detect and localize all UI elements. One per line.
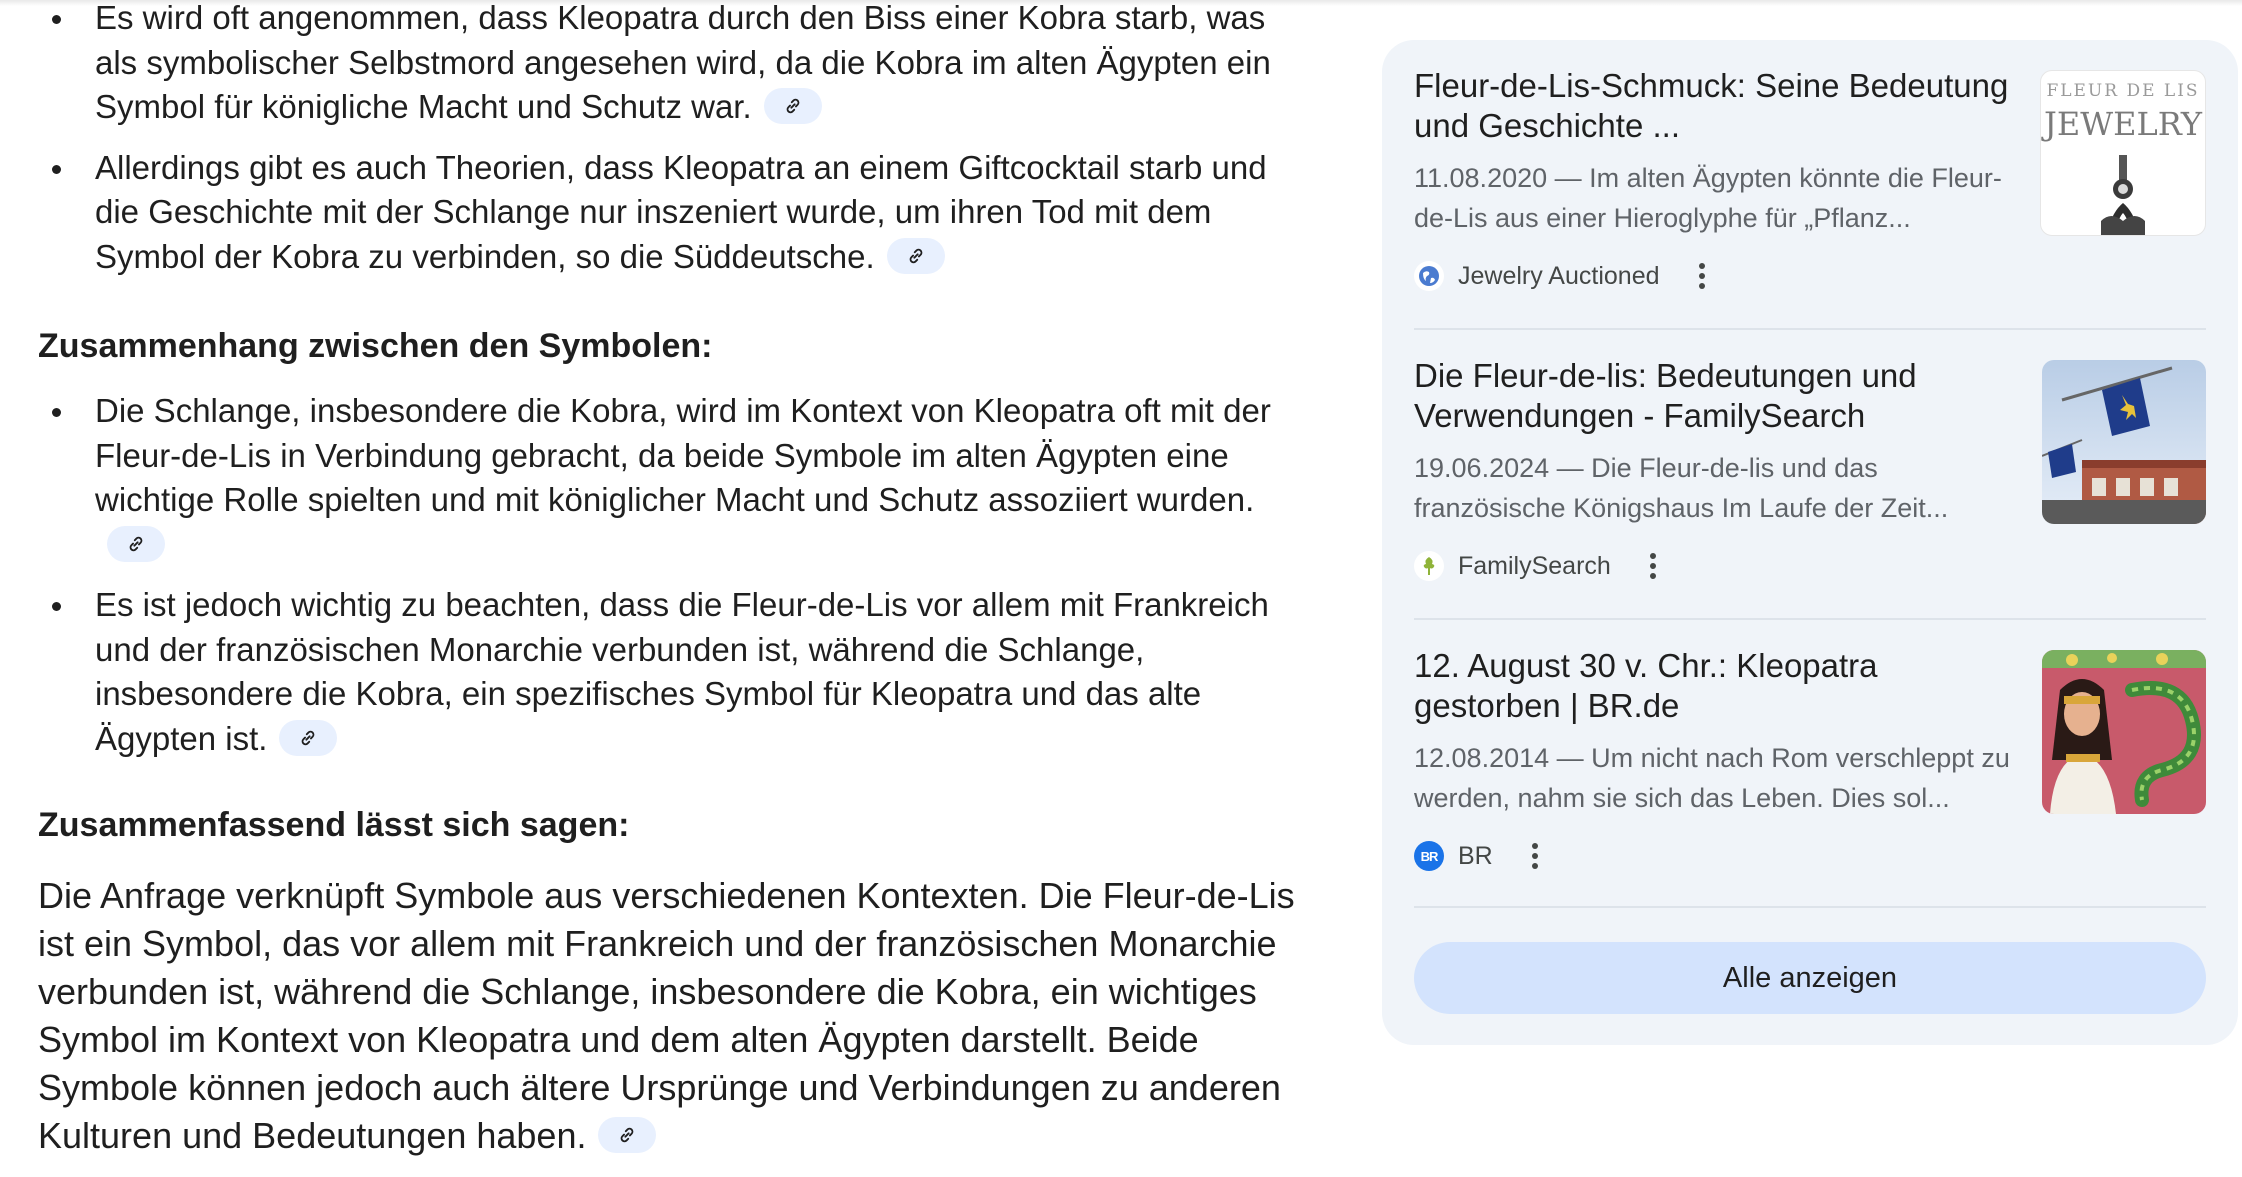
source-snippet: 12.08.2014 — Um nicht nach Rom verschlep… xyxy=(1414,738,2024,818)
tree-icon xyxy=(1414,551,1444,581)
source-link-chip[interactable] xyxy=(279,719,338,756)
source-card-br[interactable]: 12. August 30 v. Chr.: Kleopatra gestorb… xyxy=(1414,620,2206,910)
link-icon xyxy=(129,536,143,551)
source-link-chip[interactable] xyxy=(763,88,822,125)
cleopatra-painting-image xyxy=(2042,650,2206,814)
link-icon xyxy=(909,248,922,263)
source-title[interactable]: 12. August 30 v. Chr.: Kleopatra gestorb… xyxy=(1414,646,2024,726)
source-date: 12.08.2014 xyxy=(1414,743,1550,773)
more-options-icon[interactable] xyxy=(1688,256,1716,296)
source-thumbnail[interactable]: FLEUR DE LIS JEWELRY xyxy=(2040,70,2206,236)
source-date: 19.06.2024 xyxy=(1414,453,1550,483)
bullet-list-connection: Die Schlange, insbesondere die Kobra, wi… xyxy=(38,389,1308,777)
source-name: FamilySearch xyxy=(1458,551,1611,580)
br-logo-icon: BR xyxy=(1414,841,1444,871)
source-link-chip[interactable] xyxy=(886,237,945,274)
source-thumbnail[interactable] xyxy=(2042,360,2206,524)
bullet-text: Es ist jedoch wichtig zu beachten, dass … xyxy=(95,586,1269,757)
show-all-sources-button[interactable]: Alle anzeigen xyxy=(1414,942,2206,1014)
bullet-text: Allerdings gibt es auch Theorien, dass K… xyxy=(95,148,1267,275)
source-link-chip[interactable] xyxy=(598,1117,657,1154)
source-name: Jewelry Auctioned xyxy=(1458,261,1660,290)
card-divider xyxy=(1414,906,2206,908)
bullet-text: Die Schlange, insbesondere die Kobra, wi… xyxy=(95,392,1271,518)
source-date: 11.08.2020 xyxy=(1414,163,1548,193)
source-snippet: 11.08.2020 — Im alten Ägypten könnte die… xyxy=(1414,158,2024,238)
link-icon xyxy=(302,730,315,745)
source-name: BR xyxy=(1458,841,1493,870)
date-separator: — xyxy=(1556,743,1584,773)
globe-icon xyxy=(1414,261,1444,291)
list-item: Allerdings gibt es auch Theorien, dass K… xyxy=(38,146,1308,280)
source-attribution: FamilySearch xyxy=(1414,546,1667,586)
source-title[interactable]: Die Fleur-de-lis: Bedeutungen und Verwen… xyxy=(1414,356,2024,436)
more-options-icon[interactable] xyxy=(1521,836,1549,876)
link-icon xyxy=(786,99,799,114)
source-thumbnail[interactable] xyxy=(2042,650,2206,814)
source-card-jewelry[interactable]: Fleur-de-Lis-Schmuck: Seine Bedeutung un… xyxy=(1414,40,2206,330)
sources-panel: Fleur-de-Lis-Schmuck: Seine Bedeutung un… xyxy=(1382,40,2238,1045)
source-attribution: BR BR xyxy=(1414,836,1549,876)
source-snippet: 19.06.2024 — Die Fleur-de-lis und das fr… xyxy=(1414,448,2024,528)
summary-paragraph: Die Anfrage verknüpft Symbole aus versch… xyxy=(38,872,1300,1160)
list-item: Die Schlange, insbesondere die Kobra, wi… xyxy=(38,389,1308,567)
link-icon xyxy=(621,1128,634,1143)
summary-text: Die Anfrage verknüpft Symbole aus versch… xyxy=(38,875,1295,1156)
fleur-de-lis-pendant-image xyxy=(2101,155,2145,235)
source-card-familysearch[interactable]: Die Fleur-de-lis: Bedeutungen und Verwen… xyxy=(1414,330,2206,620)
list-item: Es ist jedoch wichtig zu beachten, dass … xyxy=(38,583,1308,761)
source-title[interactable]: Fleur-de-Lis-Schmuck: Seine Bedeutung un… xyxy=(1414,66,2024,146)
section-heading-summary: Zusammenfassend lässt sich sagen: xyxy=(38,806,630,844)
source-link-chip[interactable] xyxy=(107,525,165,562)
more-options-icon[interactable] xyxy=(1639,546,1667,586)
bullet-text: Es wird oft angenommen, dass Kleopatra d… xyxy=(95,0,1271,125)
section-heading-connection: Zusammenhang zwischen den Symbolen: xyxy=(38,327,713,365)
fleur-de-lis-flags-image xyxy=(2042,360,2206,524)
bullet-list-cleopatra-death: Es wird oft angenommen, dass Kleopatra d… xyxy=(38,0,1308,295)
date-separator: — xyxy=(1556,453,1584,483)
list-item: Es wird oft angenommen, dass Kleopatra d… xyxy=(38,0,1308,130)
date-separator: — xyxy=(1554,163,1582,193)
source-attribution: Jewelry Auctioned xyxy=(1414,256,1716,296)
